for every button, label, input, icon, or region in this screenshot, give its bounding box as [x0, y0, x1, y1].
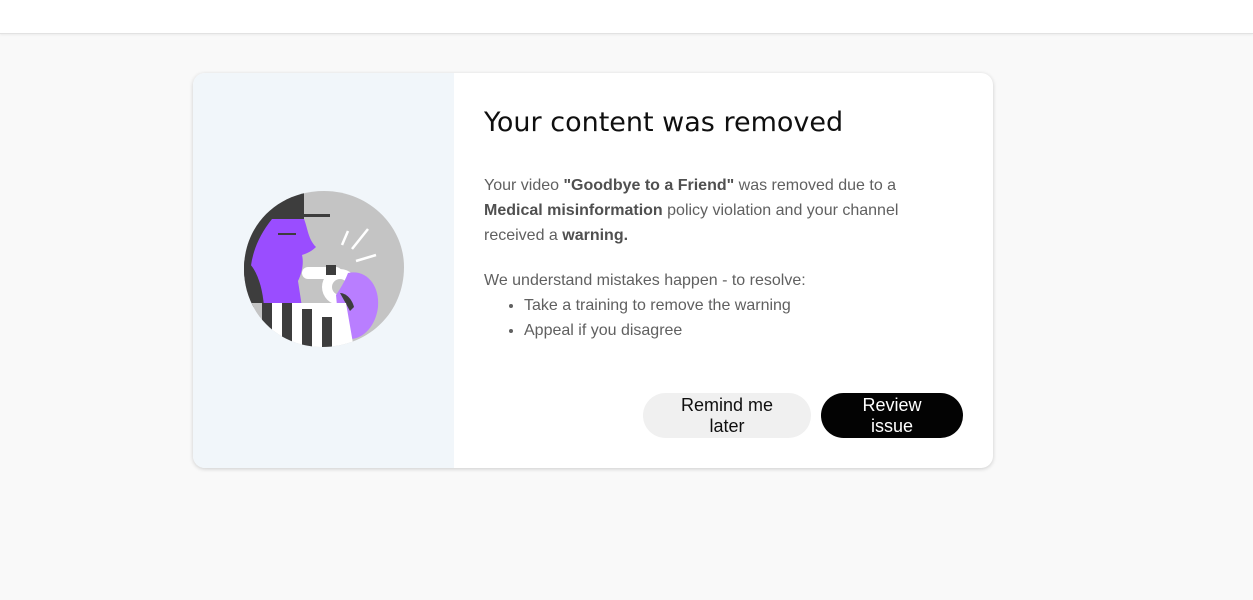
policy-name: Medical misinformation [484, 202, 663, 219]
strike-type: warning. [562, 227, 629, 244]
top-bar [0, 0, 1253, 34]
step-training: Take a training to remove the warning [524, 293, 954, 318]
video-title: "Goodbye to a Friend" [563, 177, 735, 194]
resolve-steps: Take a training to remove the warning Ap… [484, 293, 954, 343]
desc-part2: was removed due to a [734, 177, 897, 194]
removal-description: Your video "Goodbye to a Friend" was rem… [484, 173, 954, 248]
dialog-content: Your content was removed Your video "Goo… [454, 73, 993, 468]
illustration-panel [193, 73, 454, 468]
step-appeal: Appeal if you disagree [524, 318, 954, 343]
desc-part1: Your video [484, 177, 564, 194]
review-issue-button[interactable]: Review issue [821, 393, 963, 438]
whistle-referee-icon [244, 191, 404, 347]
resolve-section: We understand mistakes happen - to resol… [484, 268, 954, 343]
remind-me-later-button[interactable]: Remind me later [643, 393, 811, 438]
content-removed-dialog: Your content was removed Your video "Goo… [193, 73, 993, 468]
dialog-title: Your content was removed [484, 107, 844, 138]
resolve-intro: We understand mistakes happen - to resol… [484, 272, 806, 289]
